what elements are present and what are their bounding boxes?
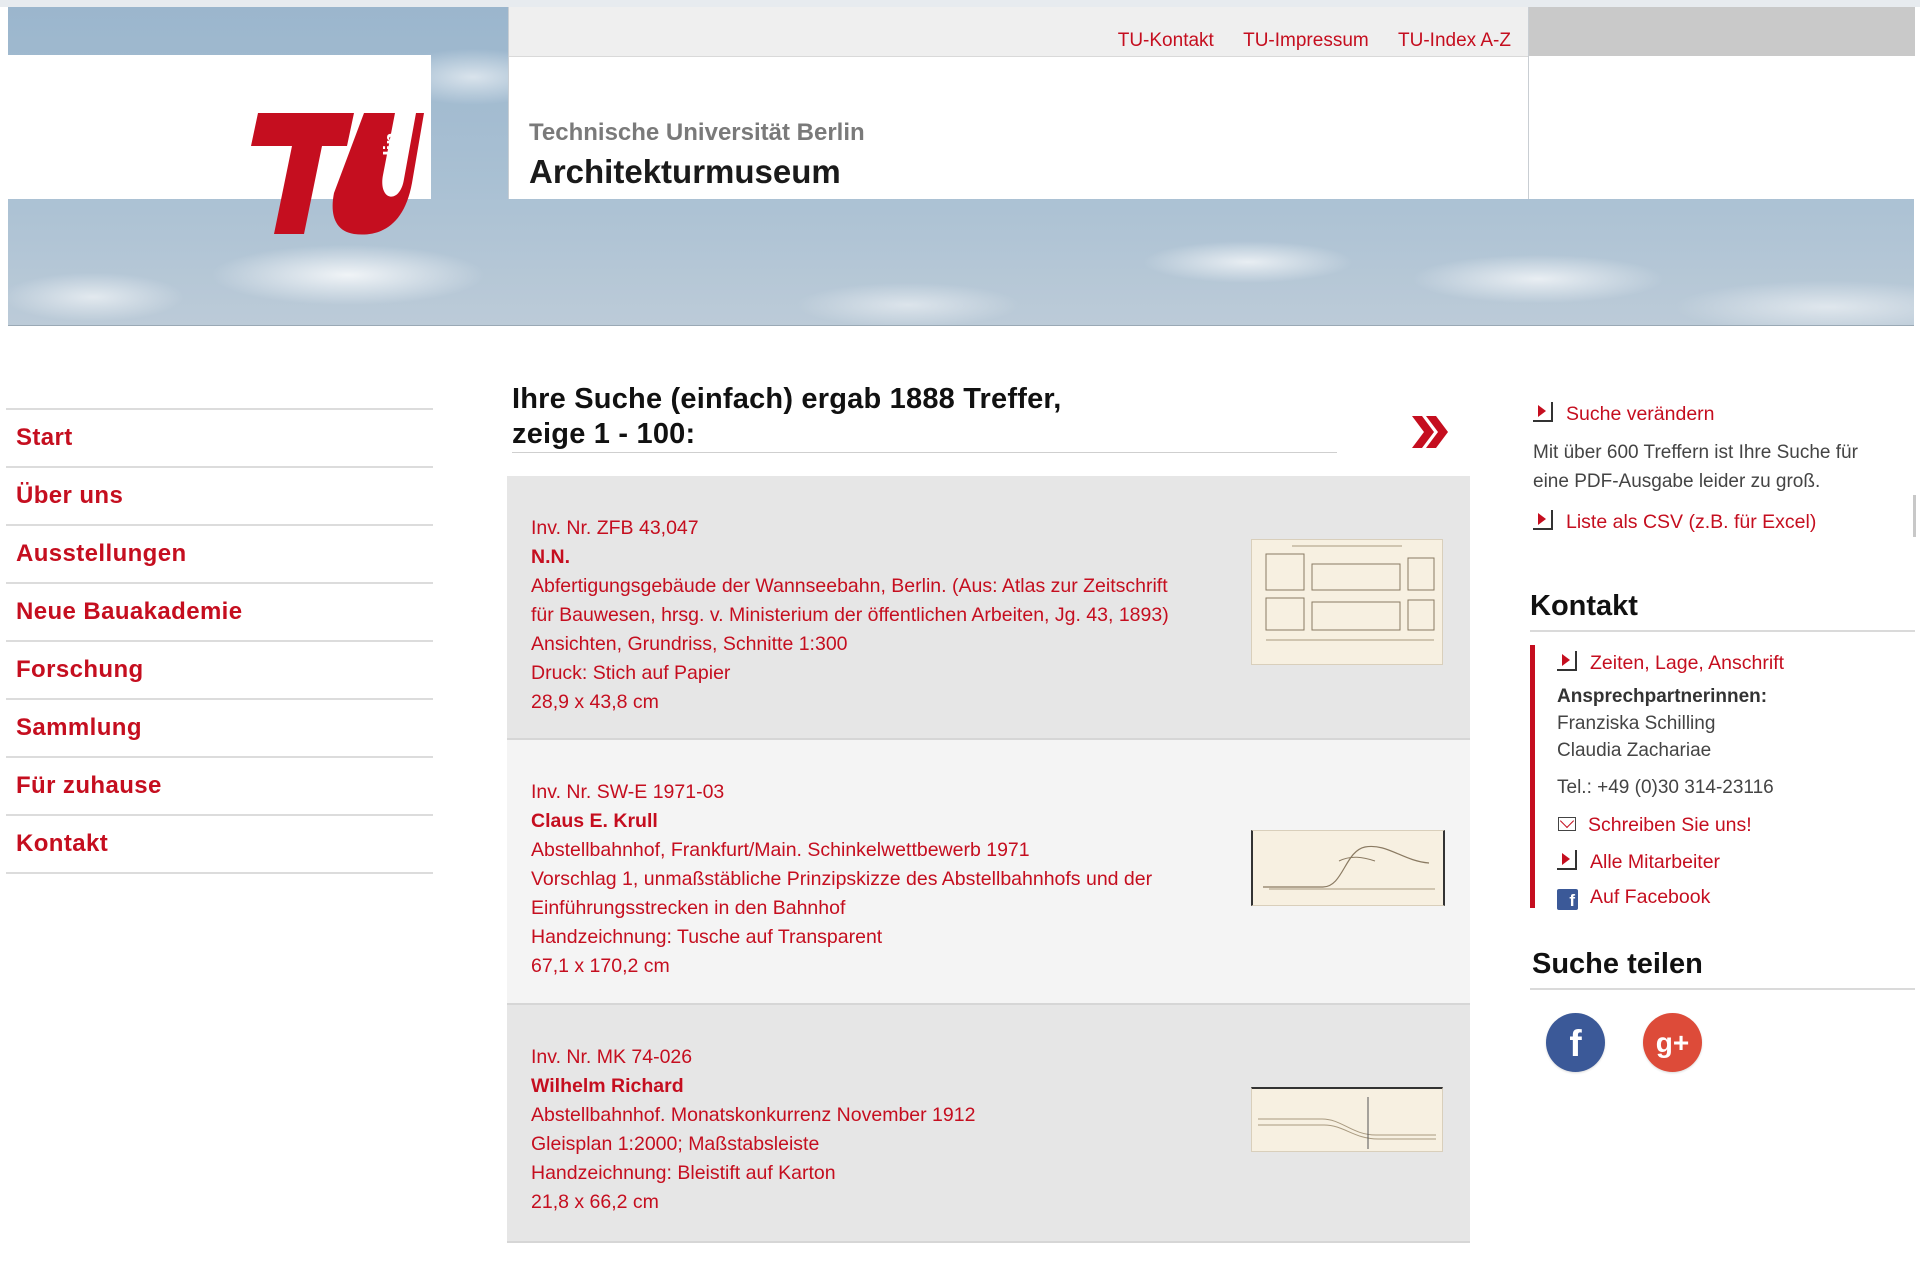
record-description[interactable]: Ansichten, Grundriss, Schnitte 1:300 xyxy=(531,630,1231,659)
facebook-page-link[interactable]: f Auf Facebook xyxy=(1557,886,1710,910)
opening-hours-label: Zeiten, Lage, Anschrift xyxy=(1590,652,1785,674)
result-count-line: Ihre Suche (einfach) ergab 1888 Treffer, xyxy=(512,383,1062,415)
record-inventory-number[interactable]: Inv. Nr. ZFB 43,047 xyxy=(531,514,1231,543)
record-description-cont[interactable]: Einführungsstrecken in den Bahnhof xyxy=(531,894,1231,923)
result-record[interactable]: Inv. Nr. MK 74-026 Wilhelm Richard Abste… xyxy=(507,1005,1470,1241)
kontakt-accent-bar xyxy=(1530,645,1535,908)
record-title-cont[interactable]: für Bauwesen, hrsg. v. Ministerium der ö… xyxy=(531,601,1231,630)
share-search-heading: Suche teilen xyxy=(1532,948,1703,980)
thumbnail-drawing-image xyxy=(1263,845,1435,890)
facebook-icon: f xyxy=(1557,889,1578,910)
nav-kontakt[interactable]: Kontakt xyxy=(6,814,433,874)
record-thumbnail[interactable] xyxy=(1251,830,1445,906)
double-chevron-right-icon[interactable] xyxy=(1410,414,1450,450)
scrollbar-thumb[interactable] xyxy=(1913,495,1916,537)
nav-start[interactable]: Start xyxy=(6,408,433,466)
title-panel: TU-Kontakt TU-Impressum TU-Index A-Z Tec… xyxy=(508,7,1529,199)
csv-export-label: Liste als CSV (z.B. für Excel) xyxy=(1566,511,1817,533)
mail-icon xyxy=(1558,817,1576,831)
pdf-note-line-2: eine PDF-Ausgabe leider zu groß. xyxy=(1533,471,1821,492)
header-right-panel xyxy=(1528,7,1915,199)
record-author[interactable]: Wilhelm Richard xyxy=(531,1072,1231,1101)
record-divider xyxy=(507,1241,1470,1243)
change-search-link[interactable]: Suche verändern xyxy=(1533,402,1715,426)
csv-export-link[interactable]: Liste als CSV (z.B. für Excel) xyxy=(1533,510,1816,534)
kontakt-divider xyxy=(1530,630,1915,632)
record-dimensions[interactable]: 28,9 x 43,8 cm xyxy=(531,688,1231,717)
record-thumbnail[interactable] xyxy=(1251,539,1443,665)
museum-title[interactable]: Architekturmuseum xyxy=(529,153,841,191)
facebook-icon: f xyxy=(1569,1023,1582,1064)
site-header: berlin TU-Kontakt TU-Impressum TU-Index … xyxy=(8,7,1915,326)
record-title[interactable]: Abfertigungsgebäude der Wannseebahn, Ber… xyxy=(531,572,1231,601)
arrow-right-icon xyxy=(1557,850,1577,870)
all-staff-label: Alle Mitarbeiter xyxy=(1590,851,1721,873)
record-technique[interactable]: Druck: Stich auf Papier xyxy=(531,659,1231,688)
thumbnail-drawing-image xyxy=(1258,1097,1436,1149)
write-us-label: Schreiben Sie uns! xyxy=(1588,814,1752,836)
all-staff-link[interactable]: Alle Mitarbeiter xyxy=(1557,850,1720,874)
tu-kontakt-link[interactable]: TU-Kontakt xyxy=(1118,30,1214,51)
nav-sammlung[interactable]: Sammlung xyxy=(6,698,433,756)
result-record[interactable]: Inv. Nr. SW-E 1971-03 Claus E. Krull Abs… xyxy=(507,740,1470,1003)
facebook-page-label: Auf Facebook xyxy=(1590,886,1711,908)
top-links: TU-Kontakt TU-Impressum TU-Index A-Z xyxy=(1094,30,1511,52)
record-author[interactable]: Claus E. Krull xyxy=(531,807,1231,836)
pdf-note: Mit über 600 Treffern ist Ihre Suche für… xyxy=(1533,438,1858,496)
write-us-link[interactable]: Schreiben Sie uns! xyxy=(1557,814,1752,837)
window-top-border xyxy=(0,0,1920,7)
change-search-label: Suche verändern xyxy=(1566,403,1715,425)
record-description[interactable]: Gleisplan 1:2000; Maßstabsleiste xyxy=(531,1130,1231,1159)
arrow-right-icon xyxy=(1533,510,1553,530)
thumbnail-drawing-image xyxy=(1265,545,1435,641)
tu-berlin-logo[interactable]: berlin xyxy=(248,111,424,237)
logo-berlin-text: berlin xyxy=(381,133,403,187)
record-title[interactable]: Abstellbahnhof, Frankfurt/Main. Schinkel… xyxy=(531,836,1231,865)
record-text: Inv. Nr. SW-E 1971-03 Claus E. Krull Abs… xyxy=(531,778,1231,981)
contacts-label: Ansprechpartnerinnen: xyxy=(1557,686,1768,707)
phone-number: Tel.: +49 (0)30 314-23116 xyxy=(1557,777,1774,798)
record-thumbnail[interactable] xyxy=(1251,1087,1443,1152)
main-navigation: Start Über uns Ausstellungen Neue Bauaka… xyxy=(6,408,433,874)
institution-name: Technische Universität Berlin xyxy=(529,119,865,146)
google-plus-icon: g+ xyxy=(1655,1027,1690,1058)
nav-ueber-uns[interactable]: Über uns xyxy=(6,466,433,524)
share-facebook-button[interactable]: f xyxy=(1546,1013,1605,1072)
heading-divider xyxy=(512,452,1337,453)
result-record[interactable]: Inv. Nr. ZFB 43,047 N.N. Abfertigungsgeb… xyxy=(507,476,1470,739)
record-inventory-number[interactable]: Inv. Nr. MK 74-026 xyxy=(531,1043,1231,1072)
header-right-bar xyxy=(1529,7,1915,56)
record-author[interactable]: N.N. xyxy=(531,543,1231,572)
record-text: Inv. Nr. ZFB 43,047 N.N. Abfertigungsgeb… xyxy=(531,514,1231,717)
opening-hours-link[interactable]: Zeiten, Lage, Anschrift xyxy=(1557,651,1784,675)
record-dimensions[interactable]: 67,1 x 170,2 cm xyxy=(531,952,1231,981)
result-range-line: zeige 1 - 100: xyxy=(512,418,696,450)
record-dimensions[interactable]: 21,8 x 66,2 cm xyxy=(531,1188,1231,1217)
record-title[interactable]: Abstellbahnhof. Monatskonkurrenz Novembe… xyxy=(531,1101,1231,1130)
nav-ausstellungen[interactable]: Ausstellungen xyxy=(6,524,433,582)
record-inventory-number[interactable]: Inv. Nr. SW-E 1971-03 xyxy=(531,778,1231,807)
contact-name: Claudia Zachariae xyxy=(1557,740,1712,761)
arrow-right-icon xyxy=(1557,651,1577,671)
nav-forschung[interactable]: Forschung xyxy=(6,640,433,698)
nav-fuer-zuhause[interactable]: Für zuhause xyxy=(6,756,433,814)
kontakt-heading: Kontakt xyxy=(1530,590,1638,622)
top-links-bar: TU-Kontakt TU-Impressum TU-Index A-Z xyxy=(509,7,1529,57)
share-divider xyxy=(1530,988,1915,990)
tu-index-link[interactable]: TU-Index A-Z xyxy=(1398,30,1511,51)
tu-impressum-link[interactable]: TU-Impressum xyxy=(1243,30,1369,51)
record-technique[interactable]: Handzeichnung: Tusche auf Transparent xyxy=(531,923,1231,952)
logo-panel: berlin xyxy=(8,55,431,235)
share-google-plus-button[interactable]: g+ xyxy=(1643,1013,1702,1072)
record-description[interactable]: Vorschlag 1, unmaßstäbliche Prinzipskizz… xyxy=(531,865,1231,894)
record-text: Inv. Nr. MK 74-026 Wilhelm Richard Abste… xyxy=(531,1043,1231,1217)
nav-neue-bauakademie[interactable]: Neue Bauakademie xyxy=(6,582,433,640)
contact-name: Franziska Schilling xyxy=(1557,713,1716,734)
arrow-right-icon xyxy=(1533,402,1553,422)
record-technique[interactable]: Handzeichnung: Bleistift auf Karton xyxy=(531,1159,1231,1188)
pdf-note-line-1: Mit über 600 Treffern ist Ihre Suche für xyxy=(1533,442,1858,463)
result-heading: Ihre Suche (einfach) ergab 1888 Treffer,… xyxy=(512,382,1062,452)
